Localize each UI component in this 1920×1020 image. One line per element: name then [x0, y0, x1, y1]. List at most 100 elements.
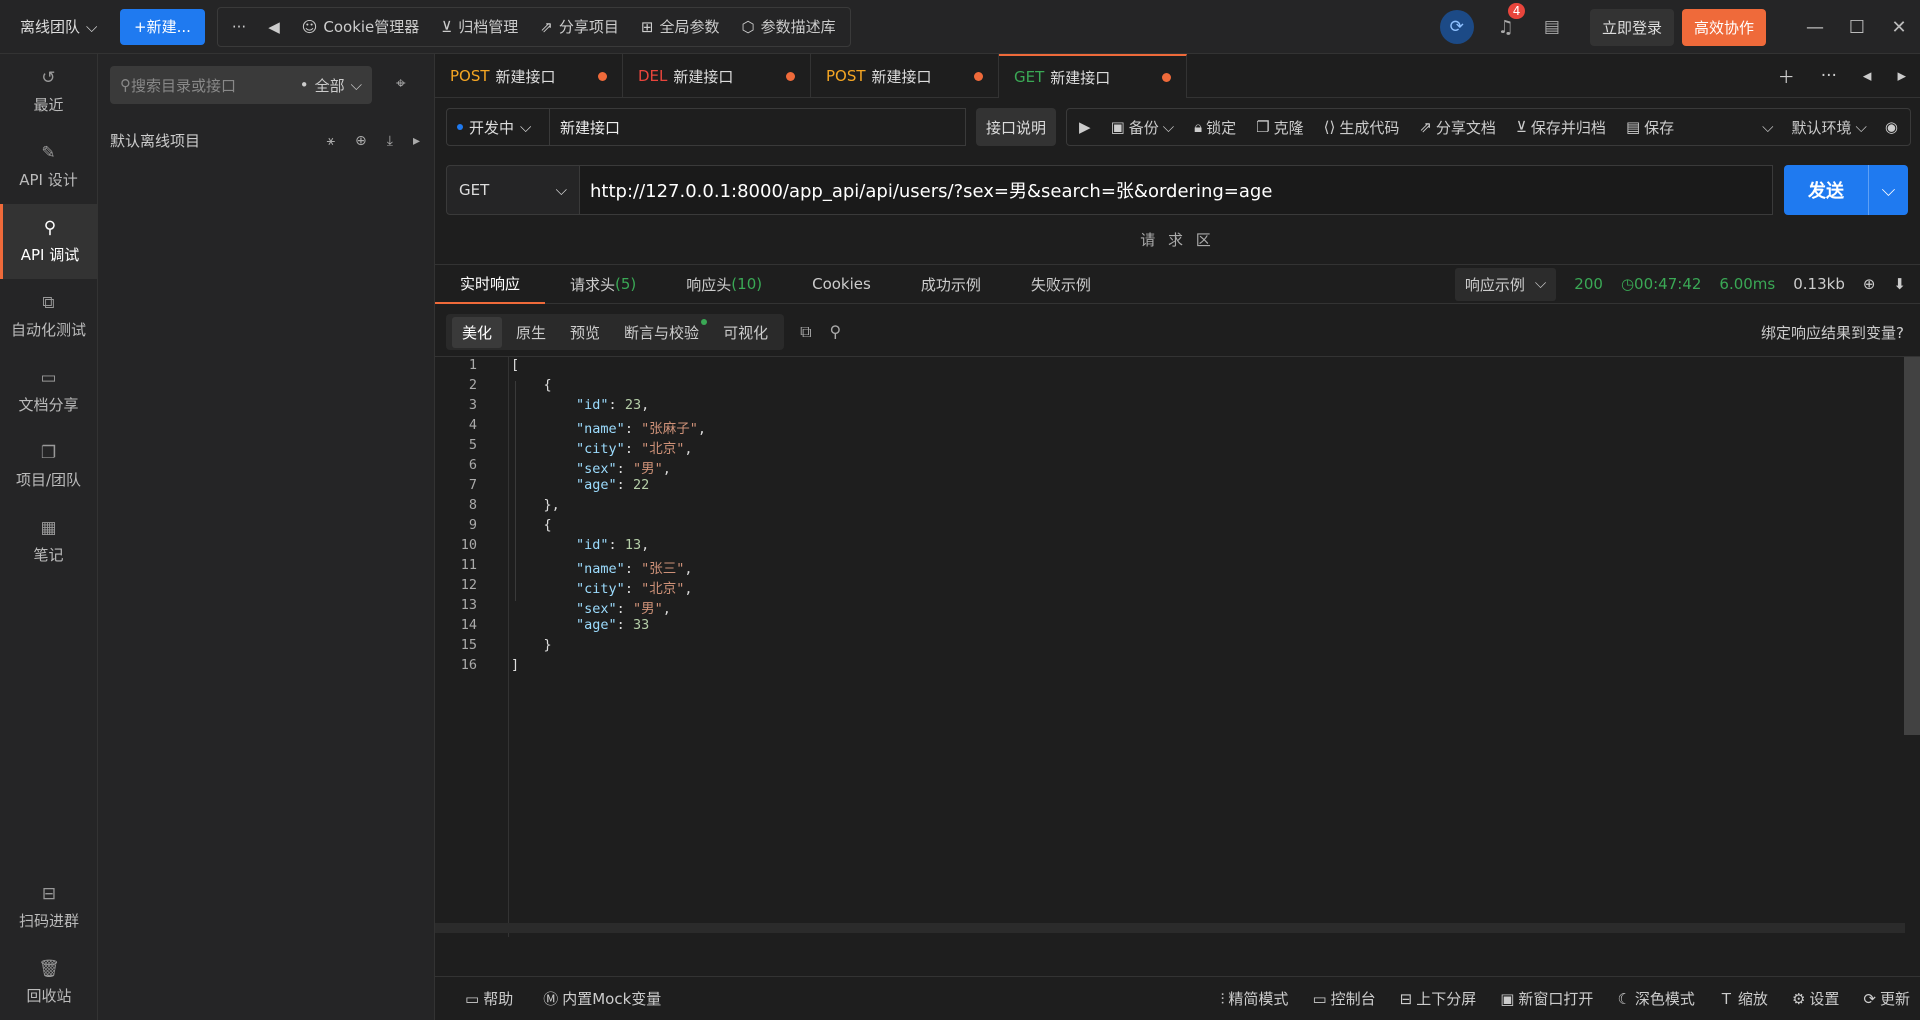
mock-vars-button[interactable]: Ⓜ 内置Mock变量	[543, 988, 661, 1009]
clone-button[interactable]: ❐ 克隆	[1256, 117, 1303, 138]
global-params-button[interactable]: ⊞ 全局参数	[641, 16, 720, 37]
method-select[interactable]: GET ⌵	[446, 165, 580, 215]
new-folder-icon[interactable]: ⊕	[355, 133, 367, 149]
help-button[interactable]: ▭ 帮助	[465, 988, 513, 1009]
dark-mode-button[interactable]: ☾ 深色模式	[1617, 988, 1694, 1009]
request-tab-active[interactable]: GET 新建接口	[999, 54, 1187, 98]
send-button[interactable]: 发送 ⌵	[1784, 165, 1908, 215]
gen-code-button[interactable]: ⟨⟩ 生成代码	[1324, 117, 1400, 138]
api-desc-button[interactable]: 接口说明	[976, 108, 1057, 146]
archive-manager-button[interactable]: ⊻ 归档管理	[441, 16, 518, 37]
env-select[interactable]: 默认环境 ⌵	[1792, 117, 1867, 138]
copy-icon[interactable]: ⧉	[800, 322, 811, 342]
json-value: 33	[632, 617, 650, 633]
lock-button[interactable]: 🔒︎ 锁定	[1194, 117, 1236, 138]
compact-mode-button[interactable]: ⫶ 精简模式	[1221, 988, 1289, 1009]
tab-fail-example[interactable]: 失败示例	[1006, 264, 1116, 304]
tab-request-headers[interactable]: 请求头 (5)	[545, 264, 661, 304]
request-tab[interactable]: POST 新建接口	[811, 54, 999, 98]
minimize-icon[interactable]: —	[1794, 17, 1836, 38]
download-icon[interactable]: ⬇	[1893, 275, 1906, 293]
collapse-icon[interactable]: ◀	[268, 18, 280, 36]
add-api-icon[interactable]: ⚹	[327, 133, 335, 149]
sidebar-item-api-design[interactable]: ✎ API 设计	[0, 129, 97, 204]
view-tab-visualize[interactable]: 可视化	[713, 317, 778, 348]
vertical-scrollbar[interactable]	[1904, 357, 1920, 735]
bell-icon[interactable]: ♫ 4	[1498, 2, 1526, 38]
sidebar-item-project-team[interactable]: ❐ 项目/团队	[0, 429, 97, 504]
backup-button[interactable]: ▣ 备份 ⌵	[1111, 117, 1175, 138]
notes-icon[interactable]: ▤	[1544, 17, 1560, 37]
expand-icon[interactable]: ▸	[413, 133, 420, 149]
tab-success-example[interactable]: 成功示例	[896, 264, 1006, 304]
settings-button[interactable]: ⚙ 设置	[1792, 988, 1839, 1009]
tab-response-headers[interactable]: 响应头 (10)	[661, 264, 787, 304]
sync-icon[interactable]: ⟳	[1439, 10, 1474, 44]
request-area-label[interactable]: 请 求 区	[435, 229, 1920, 250]
save-archive-button[interactable]: ⊻ 保存并归档	[1516, 117, 1606, 138]
sidebar-item-notes[interactable]: ▦ 笔记	[0, 504, 97, 579]
split-view-button[interactable]: ⊟ 上下分屏	[1400, 988, 1477, 1009]
run-icon[interactable]: ▶	[1079, 118, 1091, 136]
tab-live-response[interactable]: 实时响应	[435, 264, 546, 304]
eye-icon[interactable]: ◉	[1885, 118, 1898, 136]
horizontal-scrollbar[interactable]	[435, 923, 1905, 933]
bind-variable-link[interactable]: 绑定响应结果到变量?	[1761, 322, 1904, 343]
view-tab-preview[interactable]: 预览	[560, 317, 610, 348]
sidebar-item-auto-test[interactable]: ⧉ 自动化测试	[0, 279, 97, 354]
share-project-button[interactable]: ⇗ 分享项目	[540, 16, 619, 37]
request-tab[interactable]: POST 新建接口	[435, 54, 623, 98]
status-select[interactable]: 开发中 ⌵	[446, 108, 550, 146]
close-icon[interactable]: ✕	[1878, 17, 1920, 38]
view-tab-beautify[interactable]: 美化	[452, 316, 503, 348]
view-tab-raw[interactable]: 原生	[506, 317, 556, 348]
send-dropdown-icon[interactable]: ⌵	[1868, 165, 1908, 215]
import-icon[interactable]: ⤓	[387, 133, 393, 149]
folder-icon: ❐	[40, 443, 57, 463]
sidebar-item-recent[interactable]: ↺ 最近	[0, 54, 97, 129]
tab-cookies[interactable]: Cookies	[787, 264, 896, 304]
line-number: 6	[468, 457, 477, 473]
project-row[interactable]: 默认离线项目 ⚹ ⊕ ⤓ ▸	[110, 130, 420, 151]
new-button[interactable]: +新建...	[120, 8, 205, 45]
url-input[interactable]: http://127.0.0.1:8000/app_api/api/users/…	[580, 165, 1773, 215]
more-icon[interactable]: ···	[1821, 66, 1837, 86]
assert-dot	[701, 318, 708, 325]
maximize-icon[interactable]: ☐	[1836, 17, 1878, 38]
cookie-manager-button[interactable]: ☺ Cookie管理器	[302, 16, 420, 37]
param-desc-lib-button[interactable]: ⬡ 参数描述库	[741, 16, 835, 37]
view-tab-assert[interactable]: 断言与校验	[614, 317, 709, 348]
tree-search-input[interactable]: ⚲ 搜索目录或接口 • 全部 ⌵	[110, 66, 372, 104]
save-dropdown-icon[interactable]: ⌵	[1762, 118, 1773, 136]
update-button[interactable]: ⟳ 更新	[1863, 988, 1910, 1009]
console-button[interactable]: ▭ 控制台	[1312, 988, 1375, 1009]
line-number: 10	[460, 537, 477, 553]
filter-select[interactable]: • 全部 ⌵	[300, 75, 362, 96]
edit-icon: ✎	[41, 143, 56, 163]
share-doc-button[interactable]: ⇗ 分享文档	[1419, 117, 1496, 138]
search-icon[interactable]: ⚲	[830, 322, 842, 342]
locate-icon[interactable]: ⌖	[396, 74, 406, 94]
globe-icon[interactable]: ⊕	[1863, 275, 1876, 293]
sidebar-item-label: 笔记	[33, 546, 64, 564]
save-label: 保存	[1644, 118, 1675, 137]
request-tab[interactable]: DEL 新建接口	[623, 54, 811, 98]
login-button[interactable]: 立即登录	[1589, 8, 1674, 46]
save-button[interactable]: ▤ 保存	[1626, 117, 1674, 138]
response-example-select[interactable]: 响应示例 ⌵	[1454, 267, 1557, 301]
api-name-input[interactable]: 新建接口	[550, 108, 966, 146]
zoom-button[interactable]: Ｔ 缩放	[1719, 988, 1768, 1009]
sidebar-item-doc-share[interactable]: ▭ 文档分享	[0, 354, 97, 429]
sidebar-item-api-debug[interactable]: ⚲ API 调试	[0, 204, 97, 279]
collab-button[interactable]: 高效协作	[1681, 8, 1766, 46]
sidebar-item-recycle-bin[interactable]: 🗑 回收站	[0, 945, 98, 1020]
response-editor[interactable]: 1 2 3 4 5 6 7 8 9 10 11 12 13 14 15 16 […	[435, 356, 1920, 937]
next-tab-icon[interactable]: ▸	[1897, 66, 1906, 86]
prev-tab-icon[interactable]: ◂	[1863, 66, 1872, 86]
more-button[interactable]: ···	[232, 18, 246, 36]
team-selector[interactable]: 离线团队 ⌵	[0, 16, 100, 37]
gen-code-label: 生成代码	[1339, 118, 1400, 137]
add-tab-icon[interactable]: ＋	[1778, 63, 1795, 88]
new-window-button[interactable]: ▣ 新窗口打开	[1500, 988, 1593, 1009]
sidebar-item-join-group[interactable]: ⊟ 扫码进群	[0, 870, 98, 945]
